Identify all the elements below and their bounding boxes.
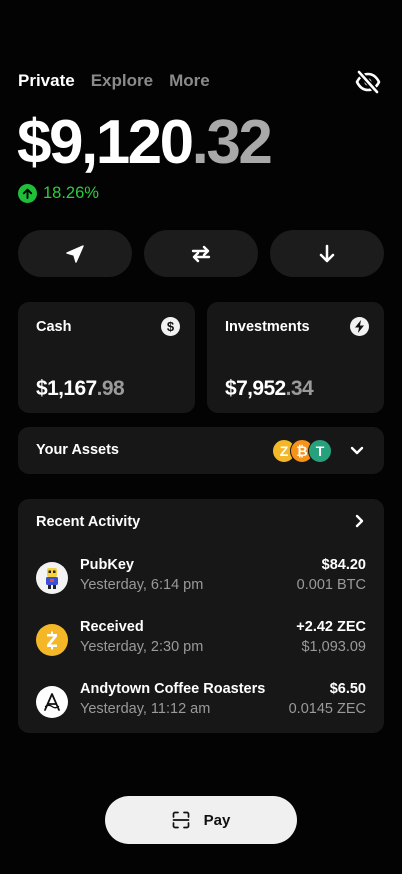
investments-amount: $7,952.34 — [225, 377, 314, 401]
asset-coins: Z ₿ T — [272, 439, 338, 463]
change-percent: 18.26% — [43, 184, 99, 202]
activity-amount: +2.42 ZEC — [296, 619, 366, 635]
activity-name: Andytown Coffee Roasters — [80, 681, 266, 697]
hide-balance-button[interactable] — [354, 68, 382, 96]
balance-whole: $9,120 — [17, 108, 194, 177]
wallet-screen: Private Explore More $9,120.32 18.26% Ca… — [0, 0, 402, 874]
chevron-down-icon[interactable] — [347, 440, 367, 460]
investments-amount-whole: $7,952 — [225, 377, 286, 400]
lightning-icon — [350, 317, 369, 336]
zcash-icon — [36, 624, 68, 656]
cash-amount: $1,167.98 — [36, 377, 125, 401]
pay-label: Pay — [203, 811, 231, 829]
activity-time: Yesterday, 2:30 pm — [80, 639, 204, 655]
activity-amount: $6.50 — [329, 681, 366, 697]
action-buttons — [18, 230, 384, 277]
arrow-up-icon — [18, 184, 37, 203]
activity-sub-amount: $1,093.09 — [301, 639, 366, 655]
tether-icon: T — [308, 439, 332, 463]
chevron-right-icon[interactable] — [350, 512, 368, 530]
assets-label: Your Assets — [36, 442, 119, 458]
balance-decimal: .32 — [191, 108, 273, 177]
eye-off-icon — [355, 70, 381, 94]
activity-sub-amount: 0.001 BTC — [296, 577, 366, 593]
activity-name: PubKey — [80, 557, 134, 573]
pay-button[interactable]: Pay — [105, 796, 297, 844]
your-assets-row[interactable]: Your Assets Z ₿ T — [18, 427, 384, 474]
cash-title: Cash — [36, 319, 72, 335]
investments-title: Investments — [225, 319, 310, 335]
dollar-icon: $ — [161, 317, 180, 336]
tab-private[interactable]: Private — [18, 71, 75, 91]
activity-item[interactable]: PubKey Yesterday, 6:14 pm $84.20 0.001 B… — [18, 555, 384, 599]
scan-icon — [172, 811, 189, 829]
swap-button[interactable] — [144, 230, 258, 277]
total-balance: $9,120.32 — [17, 108, 273, 178]
tab-explore[interactable]: Explore — [91, 71, 153, 91]
top-tabs: Private Explore More — [18, 71, 210, 91]
activity-time: Yesterday, 6:14 pm — [80, 577, 204, 593]
recent-activity-card: Recent Activity PubKey Yesterday, 6:14 p… — [18, 499, 384, 733]
cash-amount-decimal: .98 — [96, 377, 125, 400]
send-icon — [66, 244, 84, 263]
receive-icon — [319, 244, 335, 262]
receive-button[interactable] — [270, 230, 384, 277]
activity-name: Received — [80, 619, 144, 635]
pubkey-avatar-icon — [36, 562, 68, 594]
tab-more[interactable]: More — [169, 71, 210, 91]
activity-item[interactable]: Andytown Coffee Roasters Yesterday, 11:1… — [18, 679, 384, 723]
send-button[interactable] — [18, 230, 132, 277]
cash-amount-whole: $1,167 — [36, 377, 97, 400]
activity-sub-amount: 0.0145 ZEC — [288, 701, 366, 717]
investments-amount-decimal: .34 — [285, 377, 314, 400]
balance-change: 18.26% — [18, 184, 99, 203]
activity-amount: $84.20 — [321, 557, 366, 573]
andytown-logo-icon — [36, 686, 68, 718]
activity-time: Yesterday, 11:12 am — [80, 701, 211, 717]
recent-activity-title: Recent Activity — [36, 514, 141, 530]
swap-icon — [191, 245, 211, 262]
activity-item[interactable]: Received Yesterday, 2:30 pm +2.42 ZEC $1… — [18, 617, 384, 661]
